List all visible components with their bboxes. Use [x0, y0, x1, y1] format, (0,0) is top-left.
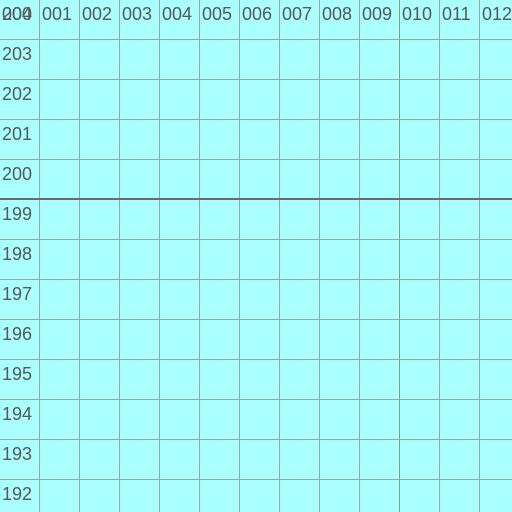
column-label: 011: [442, 4, 471, 24]
row-label: 195: [2, 364, 33, 384]
grid-vertical-line: [239, 0, 240, 512]
grid-horizontal-line: [0, 439, 512, 440]
grid-horizontal-line: [0, 79, 512, 80]
grid-vertical-line: [439, 0, 440, 512]
row-label: 202: [2, 84, 33, 104]
grid-vertical-line: [279, 0, 280, 512]
grid-vertical-line: [479, 0, 480, 512]
row-label: 200: [2, 164, 33, 184]
column-label: 002: [82, 4, 113, 24]
row-label: 199: [2, 204, 33, 224]
grid-horizontal-line: [0, 198, 512, 200]
tile-grid[interactable]: 000 001 002 003 004 005 006 007 008 009 010 011 012 2…: [0, 0, 512, 512]
column-label: 012: [482, 4, 512, 24]
column-label: 001: [42, 4, 73, 24]
grid-vertical-line: [159, 0, 160, 512]
column-label: 007: [282, 4, 313, 24]
row-label: 204: [2, 4, 33, 24]
grid-horizontal-line: [0, 399, 512, 400]
grid-vertical-line: [39, 0, 40, 512]
column-label: 008: [322, 4, 353, 24]
grid-vertical-line: [199, 0, 200, 512]
grid-vertical-line: [79, 0, 80, 512]
column-label: 004: [162, 4, 193, 24]
grid-horizontal-line: [0, 279, 512, 280]
row-label: 201: [2, 124, 33, 144]
row-label: 193: [2, 444, 33, 464]
column-label: 010: [402, 4, 433, 24]
column-label: 003: [122, 4, 153, 24]
column-label: 006: [242, 4, 273, 24]
column-label: 005: [202, 4, 233, 24]
grid-vertical-line: [319, 0, 320, 512]
row-label: 203: [2, 44, 33, 64]
grid-vertical-line: [399, 0, 400, 512]
grid-horizontal-line: [0, 159, 512, 160]
grid-vertical-line: [359, 0, 360, 512]
column-label: 009: [362, 4, 393, 24]
row-label: 194: [2, 404, 33, 424]
grid-horizontal-line: [0, 479, 512, 480]
grid-horizontal-line: [0, 319, 512, 320]
row-label: 192: [2, 484, 33, 504]
row-label: 196: [2, 324, 33, 344]
grid-horizontal-line: [0, 39, 512, 40]
grid-horizontal-line: [0, 119, 512, 120]
grid-horizontal-line: [0, 359, 512, 360]
row-label: 198: [2, 244, 33, 264]
grid-vertical-line: [119, 0, 120, 512]
grid-horizontal-line: [0, 239, 512, 240]
row-label: 197: [2, 284, 33, 304]
